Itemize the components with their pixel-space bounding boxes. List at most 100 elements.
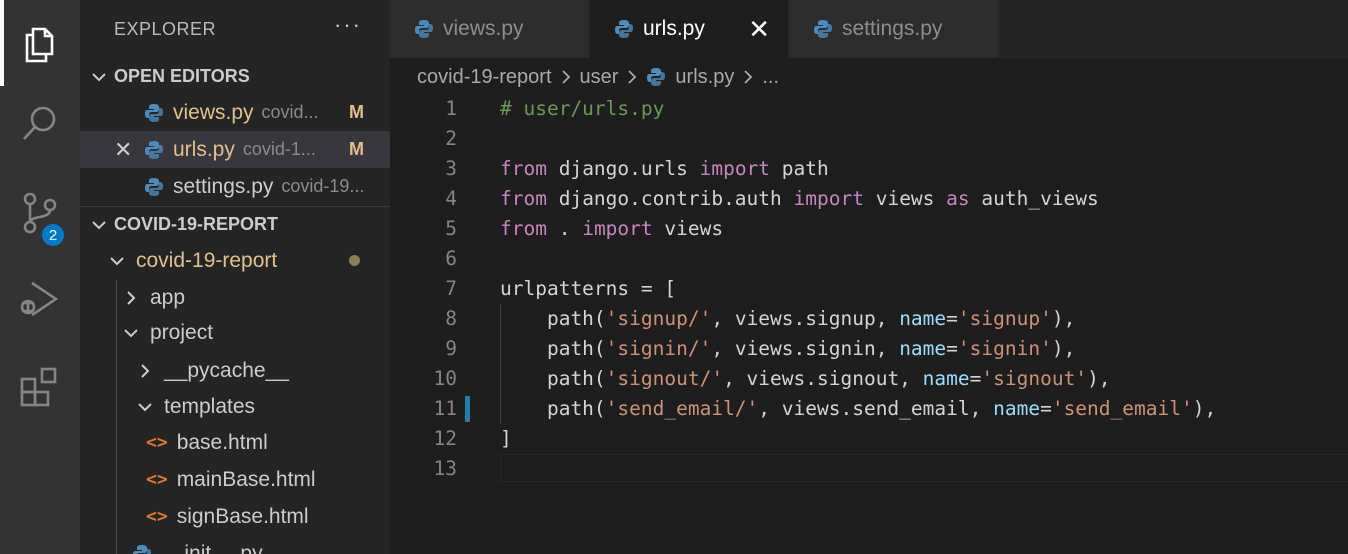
- code-token: django.urls: [546, 157, 700, 180]
- open-editors-label: OPEN EDITORS: [114, 66, 250, 86]
- tab-views-py[interactable]: views.py: [390, 0, 589, 58]
- chevron-down-icon: [92, 220, 106, 229]
- code-token: path(: [500, 307, 606, 330]
- html-file-icon: <>: [146, 432, 168, 453]
- code-token: path(: [500, 367, 606, 390]
- code-line[interactable]: 10 path('signout/', views.signout, name=…: [390, 364, 1348, 394]
- workspace-label: COVID-19-REPORT: [114, 214, 279, 234]
- tree-folder[interactable]: covid-19-report: [80, 242, 390, 279]
- code-token: import: [793, 187, 864, 210]
- tree-item-label: app: [150, 285, 186, 309]
- code-token: 'signin/': [605, 337, 712, 360]
- more-actions-button[interactable]: ···: [334, 12, 362, 38]
- tree-item-label: base.html: [176, 430, 268, 454]
- run-debug-button[interactable]: [0, 256, 80, 342]
- tree-folder[interactable]: templates: [80, 388, 390, 425]
- code-token: import: [699, 157, 771, 180]
- code-line[interactable]: 13: [390, 454, 1348, 484]
- html-file-icon: <>: [146, 469, 168, 490]
- chevron-down-icon: [110, 256, 124, 265]
- code-token: views: [863, 187, 947, 210]
- code-token: 'signout': [981, 367, 1088, 390]
- line-number: 3: [445, 157, 457, 180]
- workspace-section-header[interactable]: COVID-19-REPORT: [80, 206, 390, 243]
- breadcrumb-item[interactable]: covid-19-report: [417, 66, 552, 89]
- code-line[interactable]: 5 from . import views: [390, 214, 1348, 244]
- explorer-header: EXPLORER ···: [80, 0, 390, 58]
- code-token: =: [946, 307, 958, 330]
- code-line[interactable]: 8 path('signup/', views.signup, name='si…: [390, 304, 1348, 334]
- code-text: urlpatterns = [: [500, 274, 676, 304]
- search-button[interactable]: [0, 80, 80, 166]
- chevron-right-icon: [561, 70, 570, 84]
- tree-file[interactable]: <> mainBase.html: [80, 461, 390, 498]
- open-editor-name: settings.py: [173, 174, 274, 198]
- python-file-icon: [647, 68, 666, 86]
- line-number: 9: [445, 337, 457, 360]
- python-file-icon: [814, 20, 832, 38]
- code-token: ),: [1087, 367, 1111, 390]
- open-editor-item[interactable]: settings.py covid-19...: [80, 168, 390, 205]
- open-editor-path: covid-19...: [281, 176, 365, 196]
- modified-badge: M: [349, 102, 364, 122]
- code-token: from: [500, 187, 547, 210]
- modified-badge: M: [349, 139, 364, 159]
- tree-file[interactable]: <> signBase.html: [80, 498, 390, 535]
- code-token: from: [500, 157, 547, 180]
- modified-dot-icon: [349, 255, 360, 266]
- breadcrumb-item[interactable]: ...: [762, 66, 779, 89]
- code-token: =: [946, 337, 958, 360]
- chevron-right-icon: [141, 363, 150, 378]
- tree-file[interactable]: __init__.py: [80, 535, 390, 554]
- code-line[interactable]: 1 # user/urls.py: [390, 94, 1348, 124]
- extensions-button[interactable]: [0, 344, 80, 430]
- code-token: 'signup/': [605, 307, 712, 330]
- code-line[interactable]: 12]: [390, 424, 1348, 454]
- python-file-icon: [415, 20, 433, 38]
- current-line-highlight: [500, 454, 1348, 482]
- line-number: 8: [445, 307, 457, 330]
- breadcrumb-item[interactable]: user: [580, 66, 619, 89]
- explorer-button[interactable]: [0, 0, 80, 86]
- code-token: name: [993, 397, 1041, 420]
- tab-urls-py[interactable]: urls.py ✕: [590, 0, 788, 58]
- tree-item-label: __pycache__: [164, 358, 289, 382]
- code-token: , views.signin,: [711, 337, 900, 360]
- close-tab-icon[interactable]: ✕: [748, 14, 770, 45]
- code-line[interactable]: 11 path('send_email/', views.send_email,…: [390, 394, 1348, 424]
- open-editor-item[interactable]: views.py covid... M: [80, 94, 390, 131]
- chevron-down-icon: [92, 72, 106, 81]
- tree-item-label: signBase.html: [176, 504, 309, 528]
- tree-folder[interactable]: project: [80, 314, 390, 351]
- open-editor-name: urls.py: [173, 137, 235, 161]
- chevron-right-icon: [744, 70, 753, 84]
- python-file-icon: [615, 20, 633, 38]
- line-number: 1: [445, 97, 457, 120]
- code-line[interactable]: 7 urlpatterns = [: [390, 274, 1348, 304]
- code-line[interactable]: 9 path('signin/', views.signin, name='si…: [390, 334, 1348, 364]
- tree-item-label: covid-19-report: [136, 248, 278, 272]
- code-text: path('signup/', views.signup, name='sign…: [500, 304, 1075, 334]
- chevron-down-icon: [138, 402, 152, 411]
- breadcrumb-item[interactable]: urls.py: [675, 66, 734, 89]
- code-line[interactable]: 3 from django.urls import path: [390, 154, 1348, 184]
- line-number: 10: [433, 367, 457, 390]
- open-editors-section-header[interactable]: OPEN EDITORS: [80, 58, 390, 95]
- tree-folder[interactable]: __pycache__: [80, 352, 390, 389]
- tree-file[interactable]: <> base.html: [80, 424, 390, 461]
- source-control-button[interactable]: 2: [0, 170, 80, 256]
- code-line[interactable]: 2: [390, 124, 1348, 154]
- open-editor-item-active[interactable]: ✕ urls.py covid-1... M: [80, 131, 390, 168]
- tree-folder[interactable]: app: [80, 279, 390, 316]
- tab-settings-py[interactable]: settings.py: [789, 0, 998, 58]
- line-number: 4: [445, 187, 457, 210]
- code-token: , views.signup,: [711, 307, 900, 330]
- code-text: from . import views: [500, 214, 723, 244]
- code-line[interactable]: 6: [390, 244, 1348, 274]
- line-number: 12: [433, 427, 457, 450]
- breadcrumb: covid-19-report user urls.py ...: [417, 62, 779, 92]
- python-file-icon: [145, 177, 163, 196]
- code-line[interactable]: 4 from django.contrib.auth import views a…: [390, 184, 1348, 214]
- close-editor-icon[interactable]: ✕: [114, 137, 132, 163]
- code-text: path('signin/', views.signin, name='sign…: [500, 334, 1075, 364]
